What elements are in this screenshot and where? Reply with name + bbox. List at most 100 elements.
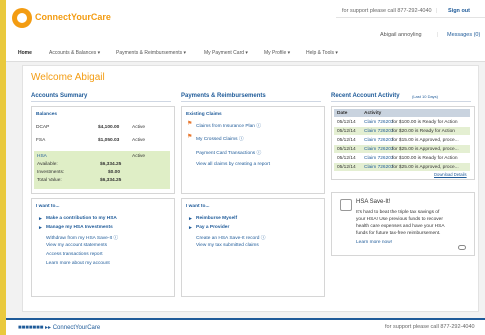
- hsa-investments: $0.00: [108, 170, 121, 175]
- row-date: 05/12/14: [337, 147, 356, 152]
- action-link[interactable]: Make a contribution to my HSA: [46, 216, 117, 221]
- sign-out-link[interactable]: Sign out: [448, 8, 470, 14]
- claims-panel: Existing Claims ⚑ Claims from Insurance …: [181, 106, 325, 194]
- balances-label: Balances: [36, 112, 58, 117]
- row-date: 05/12/14: [337, 156, 356, 161]
- claims-link[interactable]: My Crossed Claims ⓘ: [196, 135, 244, 142]
- row-desc: for $100.00 is Ready for Action: [392, 120, 458, 125]
- header: ConnectYourCare for support please call …: [6, 0, 485, 44]
- arrow-icon: ►: [188, 216, 193, 222]
- row-desc: for $25.00 is Approved, proce...: [392, 165, 459, 170]
- payments-title: Payments & Reimbursements: [181, 93, 266, 99]
- nav-home[interactable]: Home: [18, 50, 32, 56]
- download-details-link[interactable]: Download Details: [434, 172, 467, 177]
- col-activity: Activity: [364, 111, 382, 116]
- claim-link[interactable]: Claim 726203: [364, 156, 394, 161]
- main-nav: Home Accounts & Balances ▾ Payments & Re…: [6, 44, 485, 62]
- separator: |: [436, 8, 438, 14]
- row-desc: for $100.00 is Ready for Action: [392, 156, 458, 161]
- account-name[interactable]: FSA: [36, 138, 45, 143]
- row-date: 05/12/14: [337, 120, 356, 125]
- hsa-block: HSA Active Available: $6,334.25 Investme…: [34, 151, 170, 189]
- payments-actions-panel: I want to... ► Reimburse Myself ► Pay a …: [181, 198, 325, 297]
- action-link[interactable]: Access transactions report: [46, 252, 103, 257]
- i-want-to-label: I want to...: [36, 204, 60, 209]
- hsa-saveit-text: funds for future tax-free reimbursement.: [356, 231, 441, 236]
- row-date: 05/12/14: [337, 165, 356, 170]
- footer: ■■■■■■■ ▸▸ ConnectYourCare for support p…: [6, 318, 485, 335]
- logo-sun-icon: [12, 8, 32, 28]
- app-frame: ConnectYourCare for support please call …: [6, 0, 485, 335]
- claims-link[interactable]: Claims from Insurance Plan ⓘ: [196, 122, 261, 129]
- hsa-saveit-text: your HSA! Use previous funds to recover: [356, 217, 443, 222]
- table-row: 05/12/14 Claim 726203 for $25.00 is Appr…: [334, 163, 470, 171]
- claims-link[interactable]: View all claims by creating a report: [196, 162, 270, 167]
- hsa-total-label: Total Value:: [37, 178, 62, 183]
- row-desc: for $20.00 is Ready for Action: [392, 129, 455, 134]
- hsa-saveit-title: HSA Save-It!: [356, 199, 391, 205]
- flag-icon: ⚑: [187, 121, 193, 127]
- claim-link[interactable]: Claim 726203: [364, 165, 394, 170]
- hsa-name[interactable]: HSA: [37, 154, 47, 159]
- action-link[interactable]: View my tax submitted claims: [196, 243, 259, 248]
- row-date: 05/12/14: [337, 138, 356, 143]
- hsa-saveit-text: health care expenses and have your HSA: [356, 224, 445, 229]
- hsa-available-label: Available:: [37, 162, 58, 167]
- summary-actions-panel: I want to... ► Make a contribution to my…: [31, 198, 175, 297]
- footer-support: for support please call 877-292-4040: [385, 324, 475, 330]
- claim-link[interactable]: Claim 726203: [364, 138, 394, 143]
- activity-panel: Date Activity 05/12/14 Claim 726203 for …: [331, 106, 475, 180]
- account-status: Active: [132, 125, 146, 130]
- claim-link[interactable]: Claim 726203: [364, 147, 394, 152]
- action-link[interactable]: Learn more about my account: [46, 261, 110, 266]
- table-row: 05/12/14 Claim 726203 for $20.00 is Read…: [334, 127, 470, 135]
- account-name[interactable]: DCAP: [36, 125, 49, 130]
- action-link[interactable]: Manage my HSA Investments: [46, 225, 113, 230]
- row-desc: for $25.00 is Approved, proce...: [392, 147, 459, 152]
- action-link[interactable]: Withdraw from my HSA Save-It ⓘ: [46, 234, 118, 241]
- hsa-investments-label: Investments:: [37, 170, 65, 175]
- action-link[interactable]: Pay a Provider: [196, 225, 229, 230]
- action-link[interactable]: Reimburse Myself: [196, 216, 237, 221]
- claim-link[interactable]: Claim 726203: [364, 129, 394, 134]
- logo[interactable]: ConnectYourCare: [12, 8, 111, 30]
- balances-panel: Balances DCAP $4,100.00 Active FSA $1,05…: [31, 106, 175, 194]
- messages-link[interactable]: Messages (0): [447, 32, 480, 38]
- hsa-status: Active: [132, 154, 146, 159]
- support-text: for support please call 877-292-4040: [342, 8, 432, 14]
- accounts-summary-title: Accounts Summary: [31, 93, 88, 99]
- activity-header-row: Date Activity: [334, 109, 470, 117]
- flag-icon: ⚑: [187, 134, 193, 140]
- row-desc: for $15.00 is Approved, proce...: [392, 138, 459, 143]
- document-icon: [340, 199, 352, 211]
- separator: |: [437, 32, 439, 38]
- hsa-saveit-text: It's hard to beat the triple tax savings…: [356, 210, 440, 215]
- action-link[interactable]: Create an HSA Save-It record ⓘ: [196, 234, 266, 241]
- header-divider: [336, 17, 485, 18]
- account-amount: $4,100.00: [98, 125, 120, 130]
- account-status: Active: [132, 138, 146, 143]
- action-link[interactable]: View my account statements: [46, 243, 107, 248]
- divider: [181, 101, 321, 102]
- row-date: 05/12/14: [337, 129, 356, 134]
- nav-help[interactable]: Help & Tools ▾: [306, 50, 338, 56]
- footer-logo: ■■■■■■■ ▸▸ ConnectYourCare: [18, 325, 101, 331]
- learn-more-link[interactable]: Learn more now!: [356, 240, 392, 245]
- table-row: 05/12/14 Claim 726203 for $15.00 is Appr…: [334, 136, 470, 144]
- nav-accounts[interactable]: Accounts & Balances ▾: [49, 50, 100, 56]
- hsa-available: $6,334.25: [100, 162, 122, 167]
- claim-link[interactable]: Claim 726203: [364, 120, 394, 125]
- carousel-icon[interactable]: [458, 245, 466, 250]
- hsa-total: $6,334.25: [100, 178, 122, 183]
- i-want-to-label: I want to...: [186, 204, 210, 209]
- claims-link[interactable]: Payment Card Transactions ⓘ: [196, 149, 261, 156]
- logo-text: ConnectYourCare: [35, 12, 111, 22]
- col-date: Date: [337, 111, 348, 116]
- divider: [331, 101, 471, 102]
- nav-payment-card[interactable]: My Payment Card ▾: [204, 50, 248, 56]
- existing-claims-label: Existing Claims: [186, 112, 222, 117]
- table-row: 05/12/14 Claim 726203 for $100.00 is Rea…: [334, 154, 470, 162]
- nav-profile[interactable]: My Profile ▾: [264, 50, 290, 56]
- dashboard-card: Welcome Abigail Accounts Summary Balance…: [22, 65, 479, 312]
- nav-payments[interactable]: Payments & Reimbursements ▾: [116, 50, 186, 56]
